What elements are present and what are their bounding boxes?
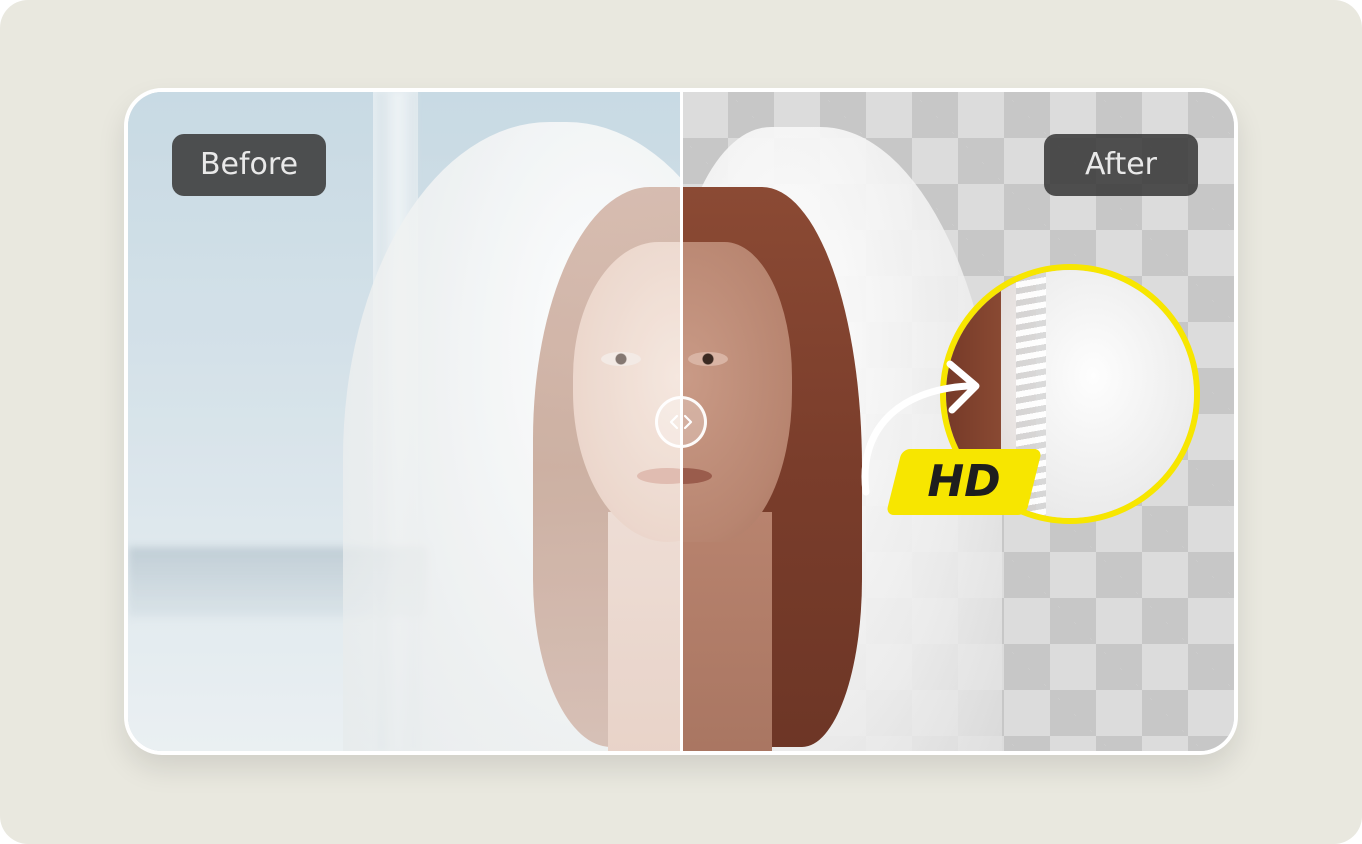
after-label: After <box>1044 134 1198 196</box>
page-background: Before After HD <box>0 0 1362 844</box>
hd-badge-text: HD <box>927 456 1001 507</box>
after-neck <box>682 512 772 751</box>
chevrons-left-right-icon <box>669 414 693 430</box>
after-lips <box>682 468 712 484</box>
before-label: Before <box>172 134 326 196</box>
comparison-frame: Before After HD <box>124 88 1238 755</box>
comparison-viewport[interactable]: Before After HD <box>128 92 1234 751</box>
slider-handle[interactable] <box>655 396 707 448</box>
after-eye <box>688 352 728 366</box>
